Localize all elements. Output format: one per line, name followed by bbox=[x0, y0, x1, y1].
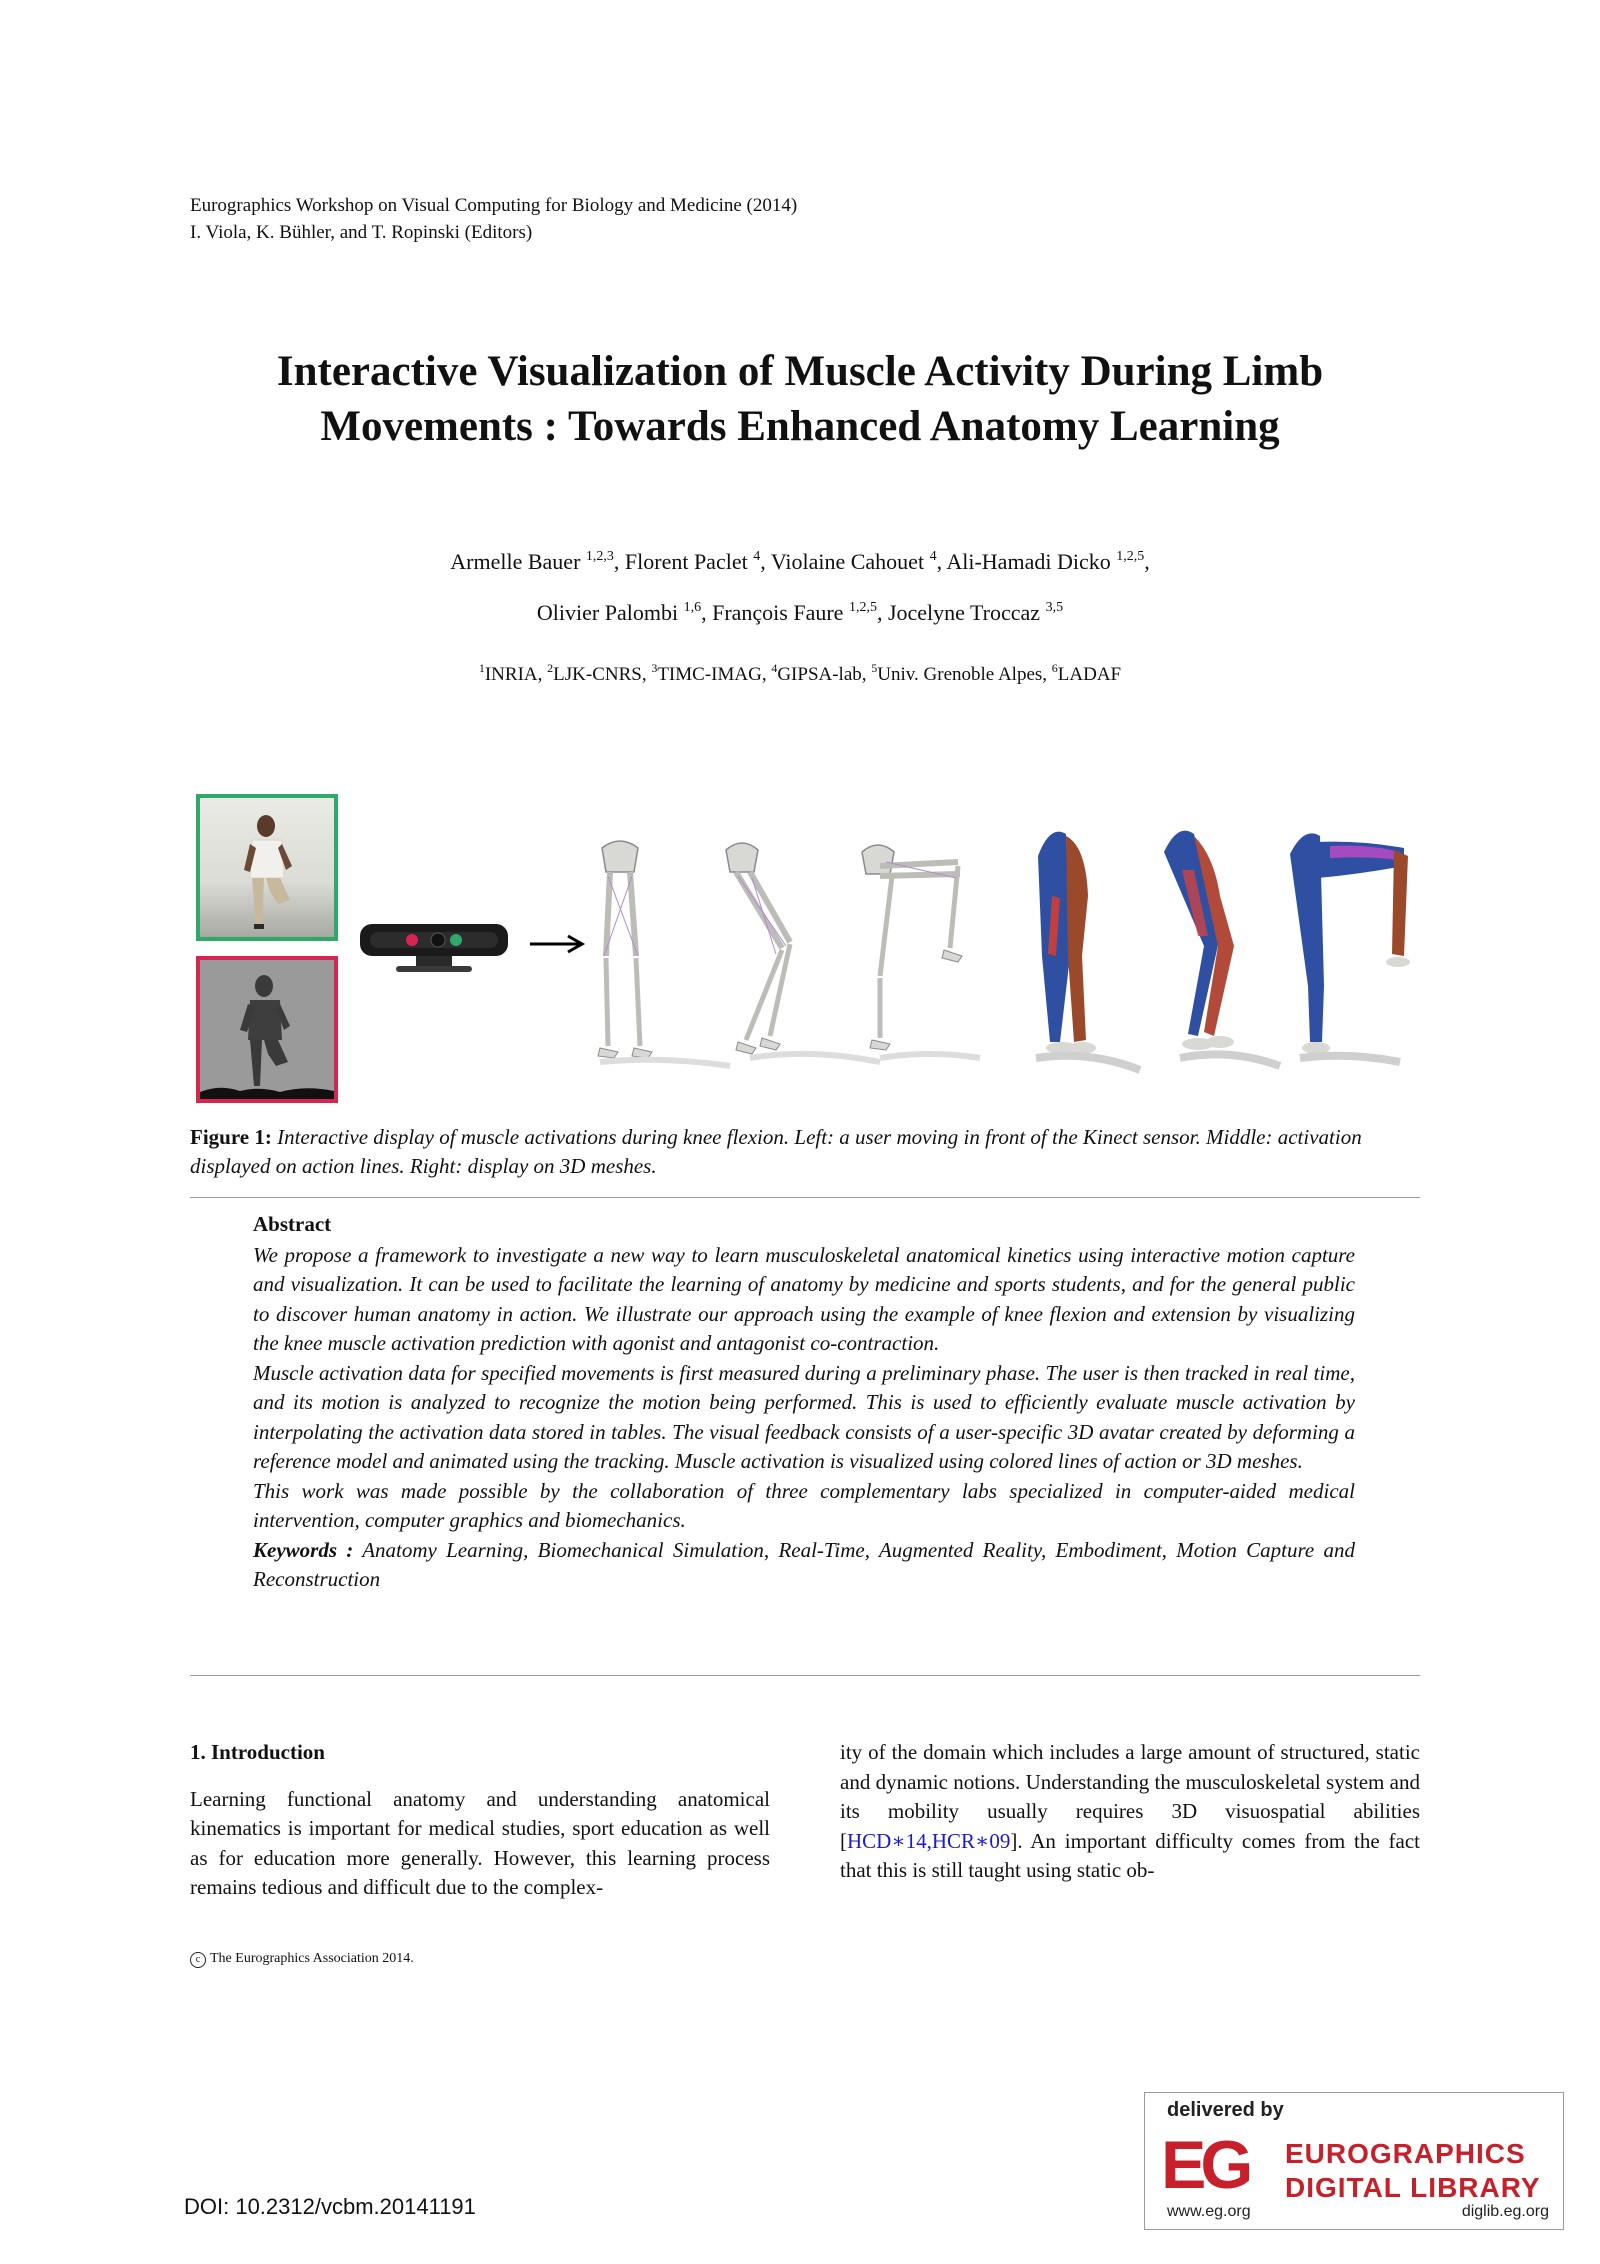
keywords: Keywords : Anatomy Learning, Biomechanic… bbox=[253, 1536, 1355, 1595]
author-affil: 1,2,5 bbox=[848, 600, 877, 615]
eg-name-line-2: DIGITAL LIBRARY bbox=[1285, 2172, 1541, 2203]
affil-name: LJK-CNRS bbox=[553, 664, 642, 685]
affil-sep: , bbox=[641, 664, 652, 685]
column-left: 1. Introduction Learning functional anat… bbox=[190, 1738, 770, 1903]
affil-sep: , bbox=[1042, 664, 1052, 685]
author-affil: 1,2,5 bbox=[1116, 549, 1145, 564]
delivered-by-label: delivered by bbox=[1167, 2099, 1284, 2121]
intro-paragraph-left: Learning functional anatomy and understa… bbox=[190, 1786, 770, 1900]
editors-line: I. Viola, K. Bühler, and T. Ropinski (Ed… bbox=[190, 222, 533, 243]
copyright-icon: c bbox=[190, 1952, 206, 1968]
title-line-2: Movements : Towards Enhanced Anatomy Lea… bbox=[320, 403, 1280, 450]
author-affil: 1,2,3 bbox=[585, 549, 614, 564]
figure-illustration bbox=[360, 830, 1410, 1074]
abstract-paragraph: We propose a framework to investigate a … bbox=[253, 1242, 1355, 1356]
author-affil: 4 bbox=[929, 549, 937, 564]
affil-name: TIMC-IMAG bbox=[657, 664, 762, 685]
divider-top bbox=[190, 1197, 1420, 1198]
author-name: Jocelyne Troccaz bbox=[887, 600, 1041, 625]
author-sep: , bbox=[1144, 549, 1150, 574]
skeleton-pose-1 bbox=[597, 840, 731, 1069]
skeleton-pose-3 bbox=[861, 844, 981, 1061]
kinect-sensor-icon bbox=[360, 924, 508, 972]
affil-name: GIPSA-lab bbox=[777, 664, 862, 685]
abstract-paragraph: Muscle activation data for specified mov… bbox=[253, 1360, 1355, 1474]
author-name: Olivier Palombi bbox=[536, 600, 679, 625]
abstract: Abstract We propose a framework to inves… bbox=[253, 1210, 1355, 1595]
paper-title: Interactive Visualization of Muscle Acti… bbox=[150, 344, 1450, 454]
eg-diglib-link[interactable]: diglib.eg.org bbox=[1462, 2203, 1549, 2221]
keywords-text: Anatomy Learning, Biomechanical Simulati… bbox=[253, 1537, 1355, 1592]
author-sep: , bbox=[936, 549, 947, 574]
affil-sep: , bbox=[761, 664, 772, 685]
author-affil: 1,6 bbox=[683, 600, 702, 615]
skeleton-pose-2 bbox=[725, 842, 881, 1065]
copyright-line: c The Eurographics Association 2014. bbox=[190, 1951, 414, 1968]
eg-digital-library-badge[interactable]: delivered by EG EUROGRAPHICS DIGITAL LIB… bbox=[1144, 2092, 1564, 2230]
author-name: Armelle Bauer bbox=[450, 549, 581, 574]
muscle-mesh-pose-2 bbox=[1164, 830, 1282, 1070]
affil-sep: , bbox=[537, 664, 548, 685]
affil-name: LADAF bbox=[1057, 664, 1122, 685]
abstract-heading: Abstract bbox=[253, 1212, 332, 1236]
intro-paragraph-right: ity of the domain which includes a large… bbox=[840, 1738, 1420, 1886]
eg-name: EUROGRAPHICS DIGITAL LIBRARY bbox=[1285, 2137, 1541, 2205]
author-sep: , bbox=[760, 549, 771, 574]
conference-line: Eurographics Workshop on Visual Computin… bbox=[190, 195, 798, 216]
column-right: ity of the domain which includes a large… bbox=[840, 1738, 1420, 1886]
figure-caption: Figure 1: Interactive display of muscle … bbox=[190, 1123, 1420, 1181]
muscle-mesh-pose-1 bbox=[1035, 831, 1142, 1074]
author-sep: , bbox=[701, 600, 713, 625]
figure-label: Figure 1: bbox=[190, 1125, 272, 1149]
figure-caption-text: Interactive display of muscle activation… bbox=[190, 1125, 1362, 1178]
affil-name: Univ. Grenoble Alpes bbox=[877, 664, 1043, 685]
arrow-right-icon bbox=[530, 934, 586, 954]
citation-link[interactable]: HCD∗14 bbox=[847, 1829, 927, 1853]
author-name: Ali-Hamadi Dicko bbox=[946, 549, 1111, 574]
citation-link[interactable]: HCR∗09 bbox=[932, 1829, 1010, 1853]
author-sep: , bbox=[876, 600, 888, 625]
affiliations: 1INRIA, 2LJK-CNRS, 3TIMC-IMAG, 4GIPSA-la… bbox=[150, 660, 1450, 690]
authors-line-2: Olivier Palombi 1,6, François Faure 1,2,… bbox=[150, 598, 1450, 628]
muscle-mesh-pose-3 bbox=[1290, 833, 1410, 1066]
divider-bottom bbox=[190, 1675, 1420, 1676]
eg-name-line-1: EUROGRAPHICS bbox=[1285, 2138, 1526, 2169]
authors-line-1: Armelle Bauer 1,2,3, Florent Paclet 4, V… bbox=[150, 547, 1450, 577]
eg-logo: EG bbox=[1161, 2127, 1253, 2203]
running-header: Eurographics Workshop on Visual Computin… bbox=[190, 192, 797, 246]
eg-www-link[interactable]: www.eg.org bbox=[1167, 2203, 1251, 2221]
author-affil: 3,5 bbox=[1045, 600, 1064, 615]
author-name: Violaine Cahouet bbox=[770, 549, 925, 574]
affil-sep: , bbox=[861, 664, 872, 685]
abstract-paragraph: This work was made possible by the colla… bbox=[253, 1478, 1355, 1533]
title-line-1: Interactive Visualization of Muscle Acti… bbox=[276, 348, 1324, 395]
keywords-label: Keywords : bbox=[253, 1537, 354, 1562]
figure-1 bbox=[190, 786, 1420, 1106]
copyright-text: The Eurographics Association 2014. bbox=[210, 1951, 414, 1966]
doi-line[interactable]: DOI: 10.2312/vcbm.20141191 bbox=[184, 2194, 476, 2220]
author-sep: , bbox=[613, 549, 625, 574]
author-name: Florent Paclet bbox=[624, 549, 748, 574]
affil-name: INRIA bbox=[484, 664, 538, 685]
section-heading: 1. Introduction bbox=[190, 1740, 325, 1764]
author-name: François Faure bbox=[712, 600, 844, 625]
